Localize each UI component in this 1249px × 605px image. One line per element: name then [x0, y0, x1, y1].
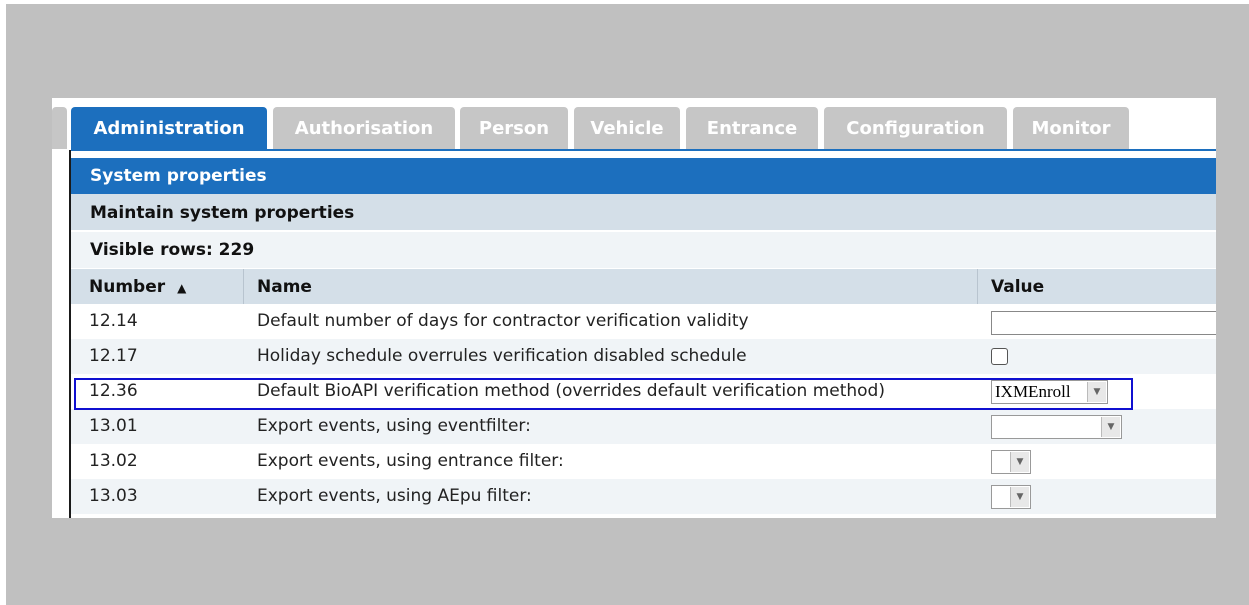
value-select[interactable]: ▼ — [991, 415, 1122, 439]
subsection-header: Maintain system properties — [71, 194, 1216, 230]
section-title: System properties — [90, 166, 267, 186]
visible-rows-bar: Visible rows: 229 — [71, 232, 1216, 268]
column-divider — [243, 269, 244, 304]
tab-authorisation[interactable]: Authorisation — [273, 107, 455, 149]
row-number: 13.03 — [89, 486, 138, 506]
chevron-down-icon[interactable]: ▼ — [1101, 417, 1120, 437]
table-row: 13.01 Export events, using eventfilter: … — [71, 409, 1216, 444]
column-value[interactable]: Value — [991, 269, 1044, 304]
screenshot-frame: Administration Authorisation Person Vehi… — [6, 4, 1249, 605]
tab-partial — [52, 107, 67, 149]
column-number[interactable]: Number ▲ — [89, 269, 186, 304]
tab-person[interactable]: Person — [460, 107, 568, 149]
highlight-box — [74, 378, 1133, 410]
row-number: 13.02 — [89, 451, 138, 471]
visible-rows-count: Visible rows: 229 — [90, 240, 255, 260]
sort-ascending-icon: ▲ — [177, 281, 187, 295]
chevron-down-icon[interactable]: ▼ — [1010, 487, 1029, 507]
tab-configuration[interactable]: Configuration — [824, 107, 1007, 149]
chevron-down-icon[interactable]: ▼ — [1010, 452, 1029, 472]
section-header: System properties — [71, 158, 1216, 194]
subsection-title: Maintain system properties — [90, 203, 355, 223]
column-number-label: Number — [89, 277, 166, 297]
value-select[interactable]: ▼ — [991, 450, 1031, 474]
tab-monitor[interactable]: Monitor — [1013, 107, 1129, 149]
tab-underline — [71, 149, 1216, 151]
main-panel: Administration Authorisation Person Vehi… — [52, 98, 1216, 518]
table-row: 12.14 Default number of days for contrac… — [71, 304, 1216, 339]
tab-administration[interactable]: Administration — [71, 107, 267, 149]
row-number: 13.01 — [89, 416, 138, 436]
table-row: 13.02 Export events, using entrance filt… — [71, 444, 1216, 479]
row-name: Export events, using eventfilter: — [257, 416, 531, 436]
row-name: Export events, using AEpu filter: — [257, 486, 532, 506]
column-name[interactable]: Name — [257, 269, 312, 304]
row-name: Default number of days for contractor ve… — [257, 311, 749, 331]
row-number: 12.14 — [89, 311, 138, 331]
value-checkbox[interactable] — [991, 348, 1008, 365]
table-header: Number ▲ Name Value — [71, 269, 1216, 304]
row-name: Export events, using entrance filter: — [257, 451, 564, 471]
tab-entrance[interactable]: Entrance — [686, 107, 818, 149]
column-divider — [977, 269, 978, 304]
tab-bar: Administration Authorisation Person Vehi… — [52, 107, 1216, 149]
row-number: 12.17 — [89, 346, 138, 366]
table-row: 12.17 Holiday schedule overrules verific… — [71, 339, 1216, 374]
tab-vehicle[interactable]: Vehicle — [574, 107, 680, 149]
row-name: Holiday schedule overrules verification … — [257, 346, 747, 366]
value-select[interactable]: ▼ — [991, 485, 1031, 509]
value-text-input[interactable] — [991, 311, 1216, 335]
table-row: 13.03 Export events, using AEpu filter: … — [71, 479, 1216, 514]
